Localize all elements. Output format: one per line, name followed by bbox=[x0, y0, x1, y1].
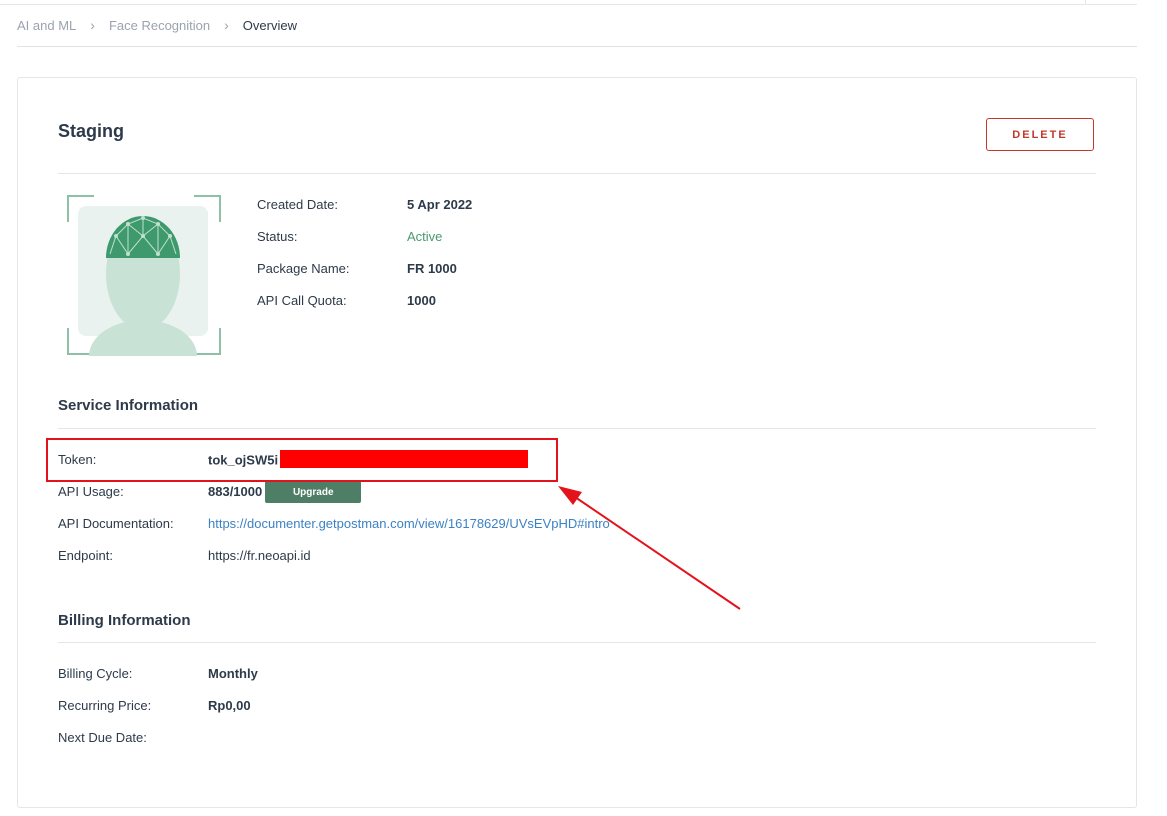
chevron-right-icon: › bbox=[224, 17, 229, 33]
topbar-divider bbox=[1085, 0, 1086, 4]
api-usage-row: API Usage: 883/1000 Upgrade bbox=[58, 481, 610, 516]
package-name-label: Package Name: bbox=[257, 261, 350, 276]
service-information-title: Service Information bbox=[58, 397, 199, 414]
token-text: tok_ojSW5i bbox=[208, 452, 279, 468]
recurring-price-value: Rp0,00 bbox=[208, 698, 251, 713]
status-value: Active bbox=[407, 229, 443, 244]
billing-cycle-label: Billing Cycle: bbox=[58, 666, 133, 681]
upgrade-button[interactable]: Upgrade bbox=[265, 481, 362, 503]
summary-list: Created Date: 5 Apr 2022 Status: Active … bbox=[257, 197, 472, 325]
breadcrumb: AI and ML › Face Recognition › Overview bbox=[17, 17, 297, 33]
created-date-label: Created Date: bbox=[257, 197, 338, 212]
token-redaction bbox=[280, 450, 529, 468]
billing-divider bbox=[58, 642, 1096, 643]
recurring-price-label: Recurring Price: bbox=[58, 698, 152, 713]
api-usage-value: 883/1000 bbox=[208, 484, 263, 499]
endpoint-value: https://fr.neoapi.id bbox=[208, 548, 311, 563]
topbar-border bbox=[0, 4, 1137, 5]
api-documentation-link[interactable]: https://documenter.getpostman.com/view/1… bbox=[208, 516, 610, 531]
page-title: Staging bbox=[58, 121, 124, 141]
billing-cycle-value: Monthly bbox=[208, 666, 258, 681]
delete-button[interactable]: DELETE bbox=[986, 118, 1094, 151]
next-due-date-label: Next Due Date: bbox=[58, 730, 147, 745]
summary-row-package: Package Name: FR 1000 bbox=[257, 261, 472, 293]
token-value: tok_ojSW5i bbox=[208, 450, 529, 470]
api-call-quota-value: 1000 bbox=[407, 293, 436, 308]
status-label: Status: bbox=[257, 229, 298, 244]
summary-row-status: Status: Active bbox=[257, 229, 472, 261]
api-documentation-label: API Documentation: bbox=[58, 516, 174, 531]
billing-information-list: Billing Cycle: Monthly Recurring Price: … bbox=[58, 666, 258, 762]
summary-row-created: Created Date: 5 Apr 2022 bbox=[257, 197, 472, 229]
face-recognition-illustration bbox=[67, 195, 221, 356]
title-divider bbox=[58, 173, 1096, 174]
breadcrumb-item-face-recognition[interactable]: Face Recognition bbox=[109, 18, 210, 33]
endpoint-row: Endpoint: https://fr.neoapi.id bbox=[58, 548, 610, 580]
service-detail-card: Staging DELETE Created Date: 5 Apr 2022 … bbox=[17, 77, 1137, 808]
package-name-value: FR 1000 bbox=[407, 261, 457, 276]
api-call-quota-label: API Call Quota: bbox=[257, 293, 347, 308]
breadcrumb-item-ai-ml[interactable]: AI and ML bbox=[17, 18, 76, 33]
api-documentation-row: API Documentation: https://documenter.ge… bbox=[58, 516, 610, 548]
service-divider bbox=[58, 428, 1096, 429]
next-due-date-row: Next Due Date: bbox=[58, 730, 258, 762]
breadcrumb-divider bbox=[17, 46, 1137, 47]
billing-cycle-row: Billing Cycle: Monthly bbox=[58, 666, 258, 698]
breadcrumb-item-overview: Overview bbox=[242, 17, 297, 33]
created-date-value: 5 Apr 2022 bbox=[407, 197, 473, 212]
recurring-price-row: Recurring Price: Rp0,00 bbox=[58, 698, 258, 730]
summary-row-quota: API Call Quota: 1000 bbox=[257, 293, 472, 325]
api-usage-label: API Usage: bbox=[58, 484, 124, 499]
token-label: Token: bbox=[58, 452, 97, 467]
token-row: Token: tok_ojSW5i bbox=[58, 450, 610, 484]
billing-information-title: Billing Information bbox=[58, 612, 191, 629]
service-information-list: Token: tok_ojSW5i API Usage: 883/1000 Up… bbox=[58, 450, 610, 580]
endpoint-label: Endpoint: bbox=[58, 548, 113, 563]
chevron-right-icon: › bbox=[90, 17, 95, 33]
